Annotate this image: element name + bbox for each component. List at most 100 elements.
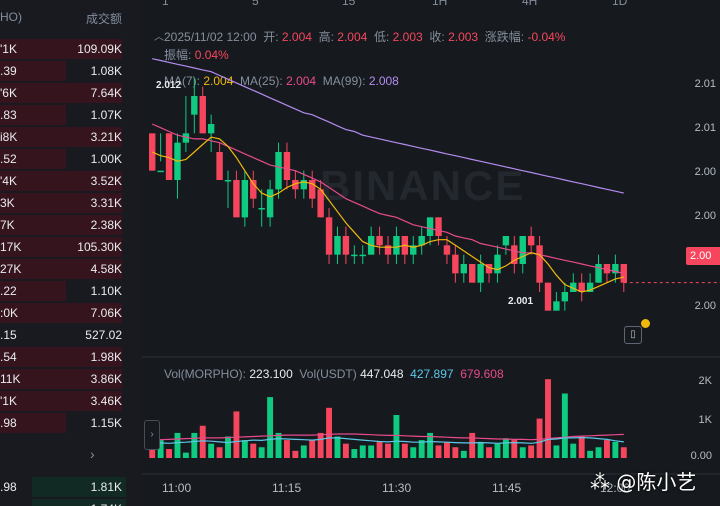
ask-amount: .22 (0, 284, 17, 298)
candle-body (469, 264, 476, 283)
candle-body (393, 236, 400, 255)
candle-body (544, 282, 552, 311)
volume-bar (410, 447, 417, 458)
volume-bar (452, 447, 459, 458)
orderbook-bid-row[interactable]: 1.74K (0, 498, 128, 506)
amount-column-header: HO) (0, 10, 22, 24)
volume-bar (561, 393, 568, 458)
orderbook-ask-row[interactable]: 11K 3.86K (0, 368, 128, 390)
ask-turnover: 7.64K (90, 86, 122, 100)
volume-bar (182, 452, 189, 458)
orderbook-ask-row[interactable]: '4K 3.52K (0, 170, 128, 192)
volume-bar (359, 445, 366, 458)
ask-turnover: 1.15K (90, 416, 122, 430)
volume-bar (334, 436, 341, 458)
volume-bar (502, 438, 509, 458)
ask-turnover: 3.21K (90, 130, 122, 144)
candle-body (553, 301, 560, 311)
expand-panel-button[interactable]: › (144, 420, 160, 450)
volume-bar (385, 443, 391, 458)
volume-value: 223.100 (249, 367, 293, 381)
notification-dot (641, 319, 650, 328)
order-book-header: HO) 成交额 (0, 10, 128, 30)
chevron-right-icon[interactable]: › (90, 446, 95, 462)
high-marker: 2.012 (156, 80, 182, 91)
candle-body (561, 292, 569, 302)
candle-body (452, 254, 459, 274)
volume-bar (300, 445, 307, 458)
orderbook-ask-row[interactable]: .54 1.98K (0, 346, 128, 368)
volume-bar (401, 443, 408, 458)
orderbook-ask-row[interactable]: '1K 3.46K (0, 390, 128, 412)
volume-bar (620, 447, 627, 458)
author-watermark: ⁂ @陈小艺 (590, 470, 697, 494)
orderbook-bid-row[interactable]: .98 1.81K (0, 476, 128, 498)
orderbook-ask-row[interactable]: .83 1.07K (0, 104, 128, 126)
orderbook-ask-row[interactable]: .39 1.08K (0, 60, 128, 82)
volume-bar (233, 411, 240, 458)
candle-body (460, 264, 467, 274)
ask-turnover: 1.07K (90, 108, 122, 122)
volume-bar (166, 449, 172, 458)
volume-bar (174, 432, 181, 458)
candle-body (275, 152, 282, 190)
ask-amount: 27K (0, 262, 22, 276)
volume-axis-tick: 0.00 (690, 450, 712, 462)
volume-bar (460, 450, 467, 458)
orderbook-ask-row[interactable]: 17K 105.30K (0, 236, 128, 258)
orderbook-ask-row[interactable]: .52 1.00K (0, 148, 128, 170)
orderbook-ask-row[interactable]: '1K 109.09K (0, 38, 128, 60)
ask-amount: .52 (0, 152, 17, 166)
volume-bar (469, 432, 476, 458)
volume-axis-tick: 2K (698, 375, 712, 387)
volume-bar (595, 447, 602, 458)
volume-bar (536, 418, 543, 458)
ask-amount: i8K (0, 130, 18, 144)
orderbook-ask-row[interactable]: 27K 4.58K (0, 258, 128, 280)
volume-bar (376, 441, 383, 458)
candlestick-plot[interactable] (142, 0, 720, 506)
ask-amount: 3K (0, 196, 15, 210)
vol-ma1-value: 427.897 (410, 367, 454, 381)
ma7-line (151, 136, 624, 293)
time-axis-tick: 11:30 (382, 481, 412, 495)
volume-bar (528, 445, 535, 458)
candle-body (266, 189, 274, 218)
ask-turnover: 1.98K (90, 350, 122, 364)
bid-turnover: 1.81K (90, 480, 122, 494)
candle-body (342, 236, 350, 255)
orderbook-ask-row[interactable]: i8K 3.21K (0, 126, 128, 148)
candle-body (351, 254, 358, 257)
volume-bar (519, 447, 526, 458)
orderbook-ask-row[interactable]: 7K 2.38K (0, 214, 128, 236)
turnover-column-header: 成交额 (85, 12, 122, 26)
orderbook-ask-row[interactable]: .22 1.10K (0, 280, 128, 302)
orderbook-ask-row[interactable]: .98 1.15K (0, 412, 128, 434)
ask-amount: '1K (0, 394, 17, 408)
candle-body (443, 245, 451, 255)
candle-body (435, 217, 442, 236)
note-icon[interactable]: ▯ (624, 326, 642, 344)
orderbook-ask-row[interactable]: .15 527.02 (0, 324, 128, 346)
orderbook-ask-row[interactable]: 3K 3.31K (0, 192, 128, 214)
volume-bar (258, 447, 265, 458)
price-axis-tick: 2.00 (694, 210, 716, 222)
ask-amount: 11K (0, 372, 21, 386)
ask-amount: '4K (0, 174, 17, 188)
volume-bar (587, 450, 594, 458)
candle-body (317, 189, 324, 218)
kline-chart[interactable]: 1 5 15 1H 4H 1D ︿ 2025/11/02 12:00 开: 2.004 高… (142, 0, 720, 506)
ask-turnover: 109.09K (77, 42, 122, 56)
ask-turnover: 527.02 (85, 328, 122, 342)
orderbook-ask-row[interactable]: :0K 7.06K (0, 302, 128, 324)
candle-body (502, 236, 510, 246)
candle-body (426, 217, 434, 236)
volume-bar (267, 397, 274, 458)
candle-body (359, 254, 366, 257)
ask-amount: 7K (0, 218, 15, 232)
price-axis-tick: 2.00 (694, 166, 716, 178)
volume-bar (368, 445, 375, 458)
orderbook-ask-row[interactable]: '6K 7.64K (0, 82, 128, 104)
ask-turnover: 2.38K (90, 218, 122, 232)
ask-amount: .15 (0, 328, 17, 342)
